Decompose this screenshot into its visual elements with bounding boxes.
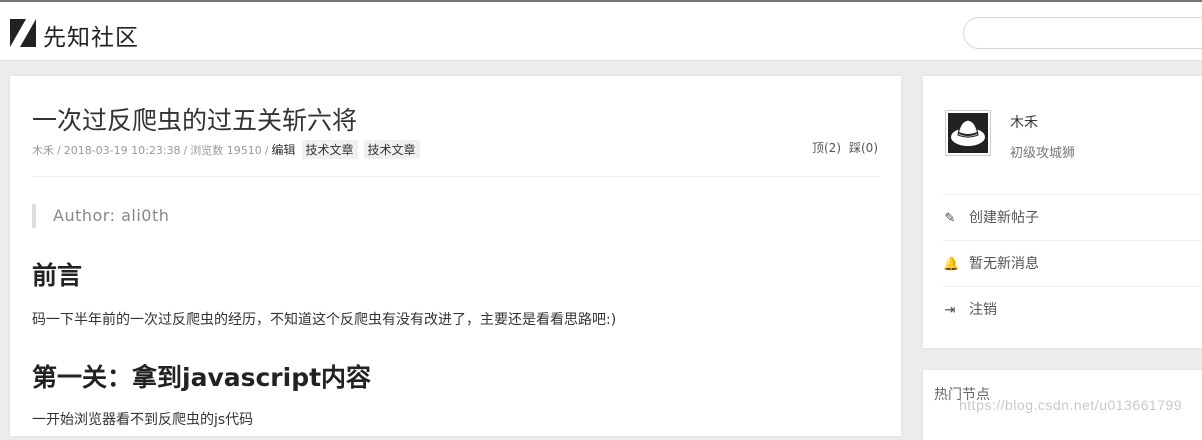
pencil-icon: ✎: [944, 211, 956, 226]
article-card: 一次过反爬虫的过五关斩六将 木禾/2018-03-19 10:23:38/浏览数…: [10, 76, 901, 436]
watermark: https://blog.csdn.net/u013661799: [959, 397, 1183, 413]
user-sidebar-card: 木禾 初级攻城狮 ✎ 创建新帖子 🔔 暂无新消息 ⇥ 注销: [923, 76, 1202, 348]
article-title: 一次过反爬虫的过五关斩六将: [32, 106, 358, 135]
menu-logout[interactable]: ⇥ 注销: [943, 286, 1202, 332]
menu-label: 注销: [969, 302, 997, 318]
bell-icon: 🔔: [943, 257, 960, 272]
search-input[interactable]: [963, 17, 1202, 49]
menu-create-post[interactable]: ✎ 创建新帖子: [943, 194, 1202, 240]
view-count: 浏览数 19510: [190, 144, 262, 157]
user-rank: 初级攻城狮: [1010, 146, 1076, 161]
section-heading-preface: 前言: [32, 261, 83, 290]
menu-label: 暂无新消息: [969, 256, 1039, 272]
first-paragraph: 一开始浏览器看不到反爬虫的js代码: [32, 412, 254, 428]
sign-out-icon: ⇥: [944, 303, 956, 318]
upvote-button[interactable]: 顶(2): [812, 141, 841, 155]
site-name[interactable]: 先知社区: [43, 18, 139, 52]
site-header: 先知社区: [0, 5, 1202, 61]
hat-avatar-icon: [948, 113, 988, 153]
user-name[interactable]: 木禾: [1010, 112, 1038, 132]
slash-logo-icon[interactable]: [10, 19, 36, 47]
section-heading-first: 第一关：拿到javascript内容: [32, 363, 372, 392]
tag-chip[interactable]: 技术文章: [301, 140, 358, 159]
meta-divider: [32, 176, 880, 177]
article-meta: 木禾/2018-03-19 10:23:38/浏览数 19510/编辑 技术文章技…: [32, 140, 420, 159]
post-date: 2018-03-19 10:23:38: [63, 144, 181, 157]
edit-link[interactable]: 编辑: [271, 143, 295, 157]
vote-controls: 顶(2) 踩(0): [804, 139, 878, 156]
author-quote: Author: ali0th: [32, 204, 169, 228]
author-link[interactable]: 木禾: [32, 144, 54, 157]
menu-label: 创建新帖子: [969, 210, 1039, 226]
menu-messages[interactable]: 🔔 暂无新消息: [943, 240, 1202, 286]
preface-paragraph: 码一下半年前的一次过反爬虫的经历，不知道这个反爬虫有没有改进了，主要还是看看思路…: [32, 312, 617, 328]
avatar[interactable]: [945, 110, 991, 156]
tag-chip[interactable]: 技术文章: [363, 140, 420, 159]
downvote-button[interactable]: 踩(0): [849, 141, 878, 155]
